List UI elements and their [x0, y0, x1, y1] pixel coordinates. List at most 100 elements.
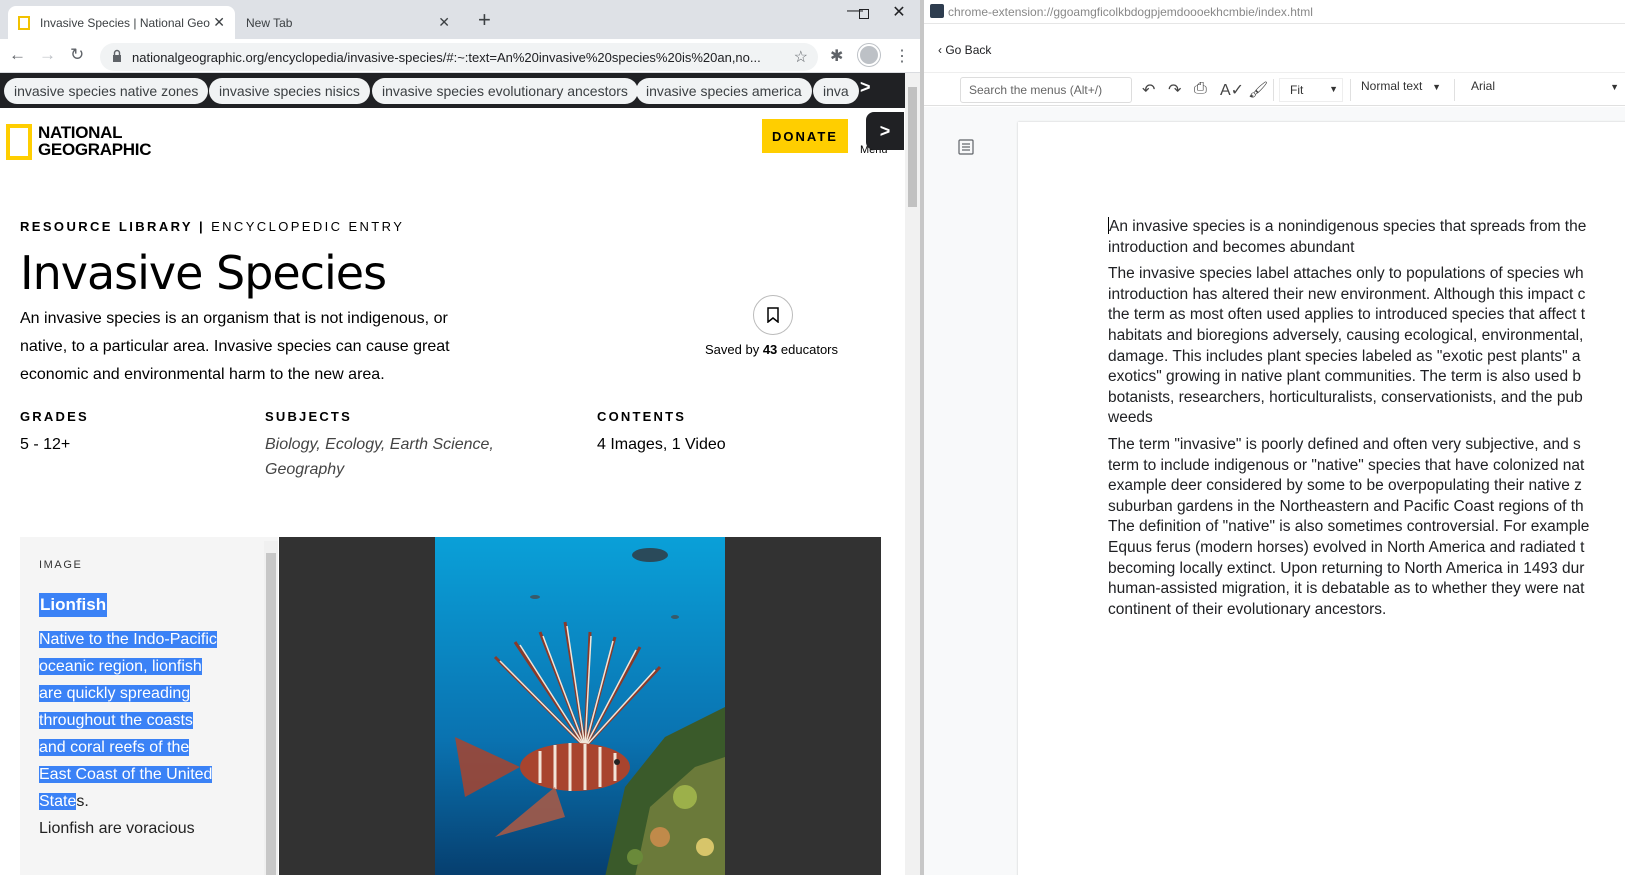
- doc-paragraph-3: The term "invasive" is poorly defined an…: [1108, 435, 1625, 620]
- doc-line: weeds: [1108, 409, 1153, 427]
- paragraph-style-select[interactable]: Normal text ▼: [1361, 79, 1443, 93]
- doc-line: introduction and becomes abundant: [1108, 238, 1355, 256]
- caption-title: Lionfish: [39, 593, 108, 617]
- doc-line: human-assisted migration, it is debatabl…: [1108, 580, 1585, 598]
- webpage-content: NATIONAL GEOGRAPHIC DONATE Menu > RESOUR…: [0, 108, 905, 875]
- back-arrow-icon[interactable]: ←: [9, 45, 26, 65]
- suggestion-chip[interactable]: invasive species evolutionary ancestors: [372, 78, 638, 104]
- maximize-icon[interactable]: [835, 6, 875, 24]
- extensions-puzzle-icon[interactable]: ✱: [830, 46, 843, 66]
- forward-arrow-icon[interactable]: →: [39, 45, 56, 65]
- suggestion-chip[interactable]: invasive species nisics: [209, 78, 370, 104]
- browser-window-left: Invasive Species | National Geogr ✕ New …: [0, 0, 920, 875]
- bookmark-star-icon[interactable]: ☆: [794, 47, 808, 67]
- extension-app-icon: [930, 4, 944, 18]
- doc-line: example deer considered by some to be ov…: [1108, 477, 1582, 495]
- doc-line: habitats and bioregions adversely, causi…: [1108, 326, 1584, 344]
- document-body[interactable]: An invasive species is a nonindigenous s…: [1108, 217, 1625, 626]
- document-outline-icon[interactable]: [958, 139, 974, 155]
- logo-line1: NATIONAL: [38, 123, 123, 142]
- eyebrow-separator: |: [199, 219, 206, 234]
- page-scroll-thumb[interactable]: [908, 87, 917, 207]
- close-window-icon[interactable]: ✕: [879, 2, 919, 22]
- doc-line: The term "invasive" is poorly defined an…: [1108, 435, 1581, 453]
- menu-search-input[interactable]: Search the menus (Alt+/): [960, 77, 1132, 103]
- search-suggestion-bar: invasive species native zones invasive s…: [0, 73, 905, 108]
- media-gallery: IMAGE Lionfish Native to the Indo-Pacifi…: [20, 537, 881, 875]
- tab-national-geographic[interactable]: Invasive Species | National Geogr ✕: [8, 6, 235, 39]
- doc-line: the term as most often used applies to i…: [1108, 306, 1586, 324]
- saved-suffix: educators: [780, 342, 839, 357]
- side-arrow-button[interactable]: >: [866, 112, 904, 150]
- close-tab-icon[interactable]: ✕: [438, 14, 450, 31]
- font-value: Arial: [1471, 79, 1496, 93]
- chevron-down-icon: ▼: [1610, 82, 1619, 92]
- editor-toolbar: Search the menus (Alt+/) ↶ ↷ ⎙ A✓ 🖌 Fit ▼…: [924, 72, 1625, 106]
- go-back-link[interactable]: ‹ Go Back: [938, 43, 991, 57]
- go-back-label: Go Back: [945, 43, 992, 57]
- save-bookmark-button[interactable]: [753, 295, 793, 335]
- doc-line: exotics" growing in native plant communi…: [1108, 368, 1582, 386]
- tab-title: New Tab: [246, 15, 293, 30]
- caption-after-text: s.: [76, 793, 89, 810]
- redo-icon[interactable]: ↷: [1168, 80, 1181, 100]
- url-text: nationalgeographic.org/encyclopedia/inva…: [132, 49, 761, 65]
- toolbar-separator: [1273, 79, 1274, 101]
- logo-line2: GEOGRAPHIC: [38, 140, 152, 159]
- doc-line: becoming locally extinct. Upon returning…: [1108, 559, 1585, 577]
- chevron-down-icon: ▼: [1432, 82, 1441, 92]
- caption-body: Native to the Indo-Pacific oceanic regio…: [39, 626, 219, 842]
- caption-scrollbar[interactable]: [264, 541, 278, 875]
- more-menu-icon[interactable]: ⋮: [894, 46, 910, 66]
- grades-value: 5 - 12+: [20, 436, 71, 453]
- saved-count: 43: [762, 342, 778, 357]
- extension-window-right: chrome-extension://ggoamgficolkbdogpjemd…: [924, 0, 1625, 875]
- natgeo-favicon-icon: [18, 15, 30, 30]
- logo-text: NATIONAL GEOGRAPHIC: [38, 124, 151, 158]
- suggestion-chip[interactable]: inva: [813, 78, 859, 104]
- breadcrumb: RESOURCE LIBRARY | ENCYCLOPEDIC ENTRY: [20, 219, 404, 234]
- zoom-value: Fit: [1290, 83, 1304, 97]
- print-icon[interactable]: ⎙: [1194, 80, 1207, 98]
- reload-icon[interactable]: ↻: [70, 45, 84, 65]
- natgeo-logo[interactable]: NATIONAL GEOGRAPHIC: [6, 124, 151, 164]
- caption-more-text: Lionfish are voracious: [39, 820, 195, 837]
- address-bar[interactable]: nationalgeographic.org/encyclopedia/inva…: [100, 43, 818, 71]
- zoom-select[interactable]: Fit ▼: [1279, 78, 1343, 102]
- doc-line: introduction has altered their new envir…: [1108, 285, 1586, 303]
- tab-new-tab[interactable]: New Tab ✕: [238, 6, 460, 39]
- image-panel: [279, 537, 881, 875]
- article-summary: An invasive species is an organism that …: [20, 310, 450, 383]
- lionfish-photo[interactable]: [435, 537, 725, 875]
- undo-icon[interactable]: ↶: [1142, 80, 1155, 100]
- contents-value: 4 Images, 1 Video: [597, 436, 726, 453]
- media-type-label: IMAGE: [39, 559, 83, 571]
- doc-line: damage. This includes plant species labe…: [1108, 347, 1581, 365]
- caption-highlighted-text: Native to the Indo-Pacific oceanic regio…: [39, 631, 217, 810]
- font-family-select[interactable]: Arial ▼: [1471, 79, 1621, 93]
- saved-prefix: Saved by: [705, 342, 760, 357]
- grades-label: GRADES: [20, 409, 89, 424]
- paint-format-icon[interactable]: 🖌: [1248, 80, 1268, 100]
- doc-paragraph-2: The invasive species label attaches only…: [1108, 264, 1625, 429]
- extension-titlebar: chrome-extension://ggoamgficolkbdogpjemd…: [924, 0, 1625, 24]
- spellcheck-icon[interactable]: A✓: [1220, 80, 1244, 100]
- profile-avatar[interactable]: [858, 44, 880, 66]
- extension-url: chrome-extension://ggoamgficolkbdogpjemd…: [948, 5, 1313, 19]
- subjects-value: Biology, Ecology, Earth Science, Geograp…: [265, 436, 494, 478]
- caption-scroll-thumb[interactable]: [266, 553, 276, 875]
- subjects-label: SUBJECTS: [265, 409, 352, 424]
- new-tab-button[interactable]: +: [478, 8, 491, 32]
- page-scrollbar[interactable]: [905, 73, 920, 875]
- tab-title: Invasive Species | National Geogr: [40, 15, 210, 30]
- suggestion-chip[interactable]: invasive species america: [636, 78, 812, 104]
- style-value: Normal text: [1361, 79, 1423, 93]
- suggestion-next-icon[interactable]: >: [860, 77, 871, 98]
- close-tab-icon[interactable]: ✕: [213, 14, 225, 31]
- tab-strip: Invasive Species | National Geogr ✕ New …: [0, 0, 920, 39]
- doc-line: An invasive species is a nonindigenous s…: [1109, 218, 1587, 235]
- donate-button[interactable]: DONATE: [762, 119, 848, 153]
- document-page[interactable]: An invasive species is a nonindigenous s…: [1018, 122, 1625, 875]
- natgeo-border-icon: [6, 124, 32, 160]
- suggestion-chip[interactable]: invasive species native zones: [4, 78, 209, 104]
